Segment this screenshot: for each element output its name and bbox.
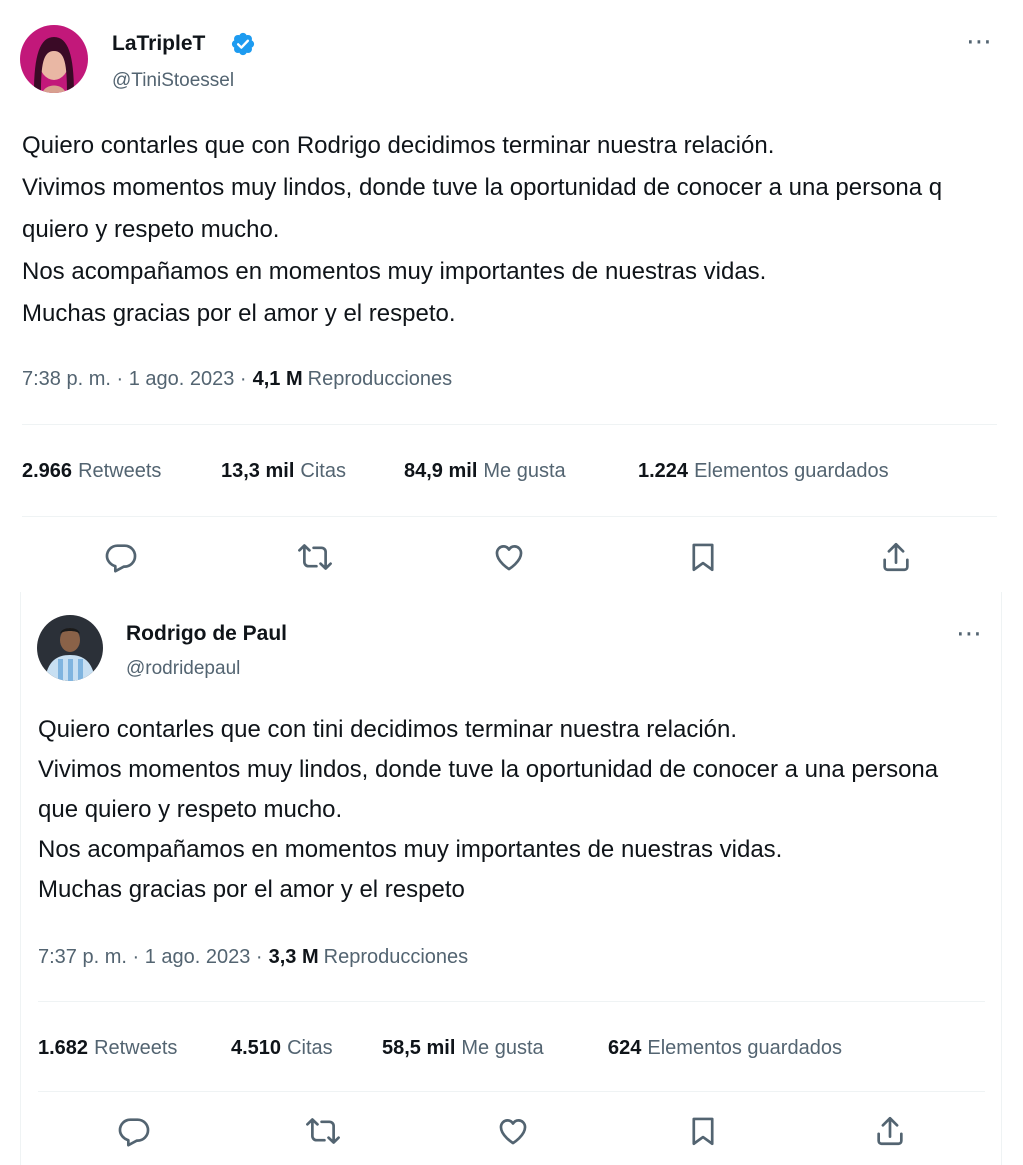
stat-count: 13,3 mil [221, 460, 295, 482]
divider [22, 424, 997, 425]
bookmark-icon[interactable] [686, 540, 720, 574]
divider [38, 1001, 985, 1002]
divider [38, 1091, 985, 1092]
tweet-text: Quiero contarles que con Rodrigo decidim… [22, 132, 943, 327]
stat-likes[interactable]: 84,9 mil Me gusta [404, 460, 566, 483]
divider [22, 516, 997, 517]
stat-label: Elementos guardados [647, 1037, 842, 1059]
views-label: Reproducciones [323, 946, 469, 968]
bookmark-icon[interactable] [686, 1114, 720, 1148]
stat-retweets[interactable]: 2.966 Retweets [22, 460, 161, 483]
stat-count: 1.682 [38, 1037, 89, 1059]
stat-label: Elementos guardados [694, 460, 889, 482]
stat-count: 624 [608, 1037, 642, 1059]
stat-label: Citas [300, 460, 346, 482]
stat-likes[interactable]: 58,5 mil Me gusta [382, 1037, 544, 1060]
like-icon[interactable] [492, 540, 526, 574]
stat-quotes[interactable]: 4.510 Citas [231, 1037, 333, 1060]
stat-count: 58,5 mil [382, 1037, 456, 1059]
more-options-icon[interactable]: ⋯ [956, 620, 983, 646]
stat-bookmarks[interactable]: 1.224 Elementos guardados [638, 460, 889, 483]
reply-icon[interactable] [117, 1114, 151, 1148]
stat-count: 1.224 [638, 460, 689, 482]
author-name[interactable]: LaTripleT [112, 32, 205, 56]
views-count: 4,1 M [252, 368, 303, 390]
views-count: 3,3 M [268, 946, 319, 968]
share-icon[interactable] [873, 1114, 907, 1148]
stat-count: 2.966 [22, 460, 73, 482]
stat-bookmarks[interactable]: 624 Elementos guardados [608, 1037, 842, 1060]
author-handle[interactable]: @rodridepaul [126, 658, 240, 680]
author-handle[interactable]: @TiniStoessel [112, 70, 234, 92]
avatar[interactable] [20, 25, 88, 93]
tweet-text: Quiero contarles que con tini decidimos … [38, 716, 939, 903]
like-icon[interactable] [496, 1114, 530, 1148]
stat-label: Me gusta [461, 1037, 544, 1059]
reply-icon[interactable] [104, 540, 138, 574]
verified-badge-icon [230, 31, 256, 57]
avatar[interactable] [37, 615, 103, 681]
tweet-timestamp[interactable]: 7:37 p. m. · 1 ago. 2023 · [38, 946, 263, 969]
views-label: Reproducciones [307, 368, 453, 390]
stat-count: 84,9 mil [404, 460, 478, 482]
retweet-icon[interactable] [298, 540, 332, 574]
tweet-meta: 7:37 p. m. · 1 ago. 2023 · 3,3 M Reprodu… [38, 946, 468, 969]
stat-quotes[interactable]: 13,3 mil Citas [221, 460, 346, 483]
tweet-meta: 7:38 p. m. · 1 ago. 2023 · 4,1 M Reprodu… [22, 368, 452, 391]
stat-label: Retweets [94, 1037, 178, 1059]
retweet-icon[interactable] [306, 1114, 340, 1148]
stat-label: Retweets [78, 460, 162, 482]
stat-count: 4.510 [231, 1037, 282, 1059]
author-name[interactable]: Rodrigo de Paul [126, 622, 287, 646]
share-icon[interactable] [879, 540, 913, 574]
stat-label: Citas [287, 1037, 333, 1059]
stat-label: Me gusta [483, 460, 566, 482]
tweet-timestamp[interactable]: 7:38 p. m. · 1 ago. 2023 · [22, 368, 247, 391]
more-options-icon[interactable]: ⋯ [966, 28, 993, 54]
stat-retweets[interactable]: 1.682 Retweets [38, 1037, 177, 1060]
